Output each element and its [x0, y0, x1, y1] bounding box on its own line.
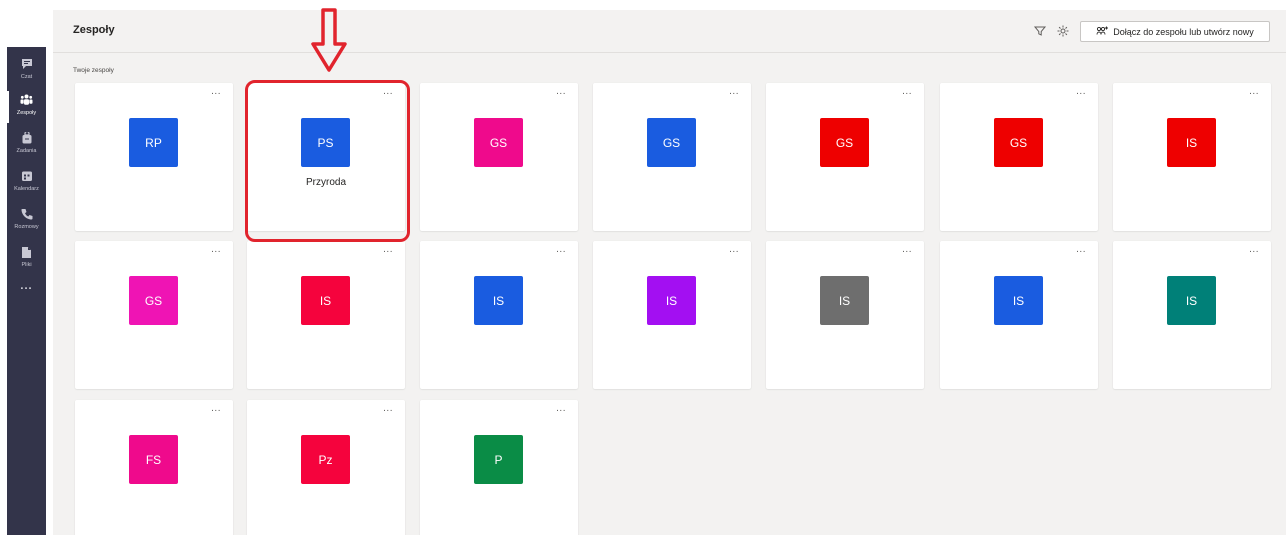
team-avatar: IS: [820, 276, 869, 325]
team-name: Przyroda: [305, 177, 346, 188]
page-header: Zespoły Dołącz do zespołu lub utwórz now…: [53, 10, 1286, 53]
team-card[interactable]: ... P: [420, 400, 578, 535]
more-options-button[interactable]: ...: [729, 244, 739, 255]
rail-label: Rozmowy: [14, 224, 39, 230]
rail-label: Pliki: [21, 262, 32, 268]
join-or-create-team-button[interactable]: Dołącz do zespołu lub utwórz nowy: [1080, 21, 1270, 42]
more-options-button[interactable]: ...: [902, 244, 912, 255]
team-card[interactable]: ... GS: [420, 83, 578, 231]
chat-icon: [20, 57, 34, 71]
team-avatar: IS: [1167, 118, 1216, 167]
calendar-icon: [20, 169, 34, 183]
team-avatar: GS: [820, 118, 869, 167]
team-card[interactable]: ... GS: [593, 83, 751, 231]
add-team-icon: [1096, 26, 1109, 38]
join-button-label: Dołącz do zespołu lub utwórz nowy: [1113, 26, 1254, 37]
more-options-button[interactable]: ...: [1249, 86, 1259, 97]
more-options-button[interactable]: ...: [556, 86, 566, 97]
team-card[interactable]: ... Pz: [247, 400, 405, 535]
team-card[interactable]: ... IS: [420, 241, 578, 389]
more-options-button[interactable]: ...: [383, 86, 393, 97]
team-card[interactable]: ... FS: [75, 400, 233, 535]
more-options-button[interactable]: ...: [1249, 244, 1259, 255]
files-icon: [20, 245, 34, 259]
more-options-button[interactable]: ...: [211, 403, 221, 414]
more-options-button[interactable]: ...: [211, 244, 221, 255]
rail-item-files[interactable]: Pliki: [7, 241, 46, 277]
teams-app: Czat Zespoły Zadania Kalendarz Rozmowy P…: [0, 0, 1286, 535]
page-title: Zespoły: [73, 24, 115, 36]
team-card[interactable]: ... IS: [766, 241, 924, 389]
gear-icon[interactable]: [1056, 24, 1070, 38]
team-card[interactable]: ... IS: [940, 241, 1098, 389]
teams-main: Zespoły Dołącz do zespołu lub utwórz now…: [53, 10, 1286, 535]
team-avatar: GS: [647, 118, 696, 167]
team-card[interactable]: ... GS: [75, 241, 233, 389]
team-avatar: RP: [129, 118, 178, 167]
section-label: Twoje zespoły: [73, 67, 114, 74]
more-options-button[interactable]: ...: [556, 403, 566, 414]
more-options-button[interactable]: ...: [211, 86, 221, 97]
rail-label: Zespoły: [16, 110, 37, 116]
filter-icon[interactable]: [1033, 24, 1047, 38]
more-options-button[interactable]: ...: [1076, 86, 1086, 97]
rail-item-calls[interactable]: Rozmowy: [7, 203, 46, 239]
team-avatar: P: [474, 435, 523, 484]
more-options-button[interactable]: ...: [902, 86, 912, 97]
rail-label: Zadania: [16, 148, 37, 154]
more-apps-button[interactable]: ...: [7, 280, 46, 292]
team-card[interactable]: ... PS Przyroda: [247, 83, 405, 231]
app-rail: Czat Zespoły Zadania Kalendarz Rozmowy P…: [7, 47, 46, 535]
team-avatar: IS: [301, 276, 350, 325]
team-card[interactable]: ... GS: [940, 83, 1098, 231]
phone-icon: [20, 207, 34, 221]
team-avatar: IS: [1167, 276, 1216, 325]
team-avatar: FS: [129, 435, 178, 484]
team-avatar: GS: [994, 118, 1043, 167]
assignments-icon: [20, 131, 34, 145]
rail-item-calendar[interactable]: Kalendarz: [7, 165, 46, 201]
team-card[interactable]: ... IS: [247, 241, 405, 389]
team-card[interactable]: ... IS: [1113, 83, 1271, 231]
more-options-button[interactable]: ...: [383, 403, 393, 414]
team-card[interactable]: ... RP: [75, 83, 233, 231]
team-card[interactable]: ... IS: [593, 241, 751, 389]
rail-item-assignments[interactable]: Zadania: [7, 127, 46, 163]
rail-item-chat[interactable]: Czat: [7, 53, 46, 89]
more-options-button[interactable]: ...: [556, 244, 566, 255]
team-avatar: IS: [994, 276, 1043, 325]
more-options-button[interactable]: ...: [1076, 244, 1086, 255]
more-options-button[interactable]: ...: [729, 86, 739, 97]
team-card[interactable]: ... GS: [766, 83, 924, 231]
rail-item-teams[interactable]: Zespoły: [7, 89, 46, 125]
teams-icon: [20, 93, 34, 107]
team-avatar: PS: [301, 118, 350, 167]
rail-label: Kalendarz: [14, 186, 39, 192]
team-avatar: GS: [129, 276, 178, 325]
team-avatar: Pz: [301, 435, 350, 484]
more-options-button[interactable]: ...: [383, 244, 393, 255]
rail-label: Czat: [20, 74, 33, 80]
team-avatar: IS: [474, 276, 523, 325]
team-avatar: GS: [474, 118, 523, 167]
team-card[interactable]: ... IS: [1113, 241, 1271, 389]
team-avatar: IS: [647, 276, 696, 325]
